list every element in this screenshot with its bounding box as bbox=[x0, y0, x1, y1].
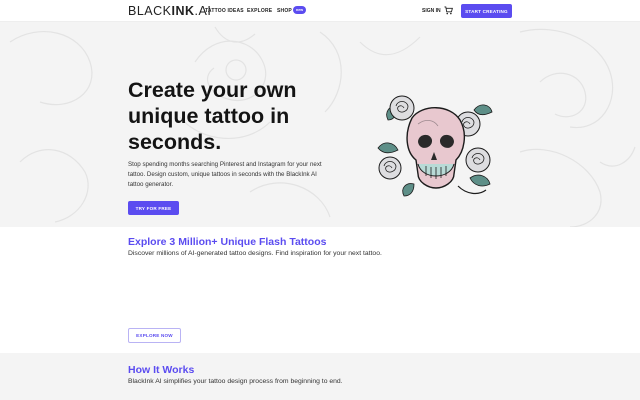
cart-icon[interactable] bbox=[444, 6, 453, 15]
shop-new-badge: new bbox=[293, 6, 306, 14]
hero-title: Create your own unique tattoo in seconds… bbox=[128, 77, 348, 155]
brand-logo-part2: INK bbox=[171, 4, 195, 18]
hero-description-line: tattoo generator. bbox=[128, 181, 174, 188]
explore-title: Explore 3 Million+ Unique Flash Tattoos bbox=[128, 236, 327, 248]
brand-logo-part1: BLACK bbox=[128, 4, 172, 18]
hero-title-line: unique tattoo in bbox=[128, 104, 290, 128]
skull-roses-tattoo-image bbox=[377, 95, 493, 197]
nav-tattoo-ideas[interactable]: TATTOO IDEAS bbox=[205, 8, 244, 14]
hero-description: Stop spending months searching Pinterest… bbox=[128, 160, 350, 190]
how-it-works-subtitle: BlackInk AI simplifies your tattoo desig… bbox=[128, 378, 343, 385]
top-navbar: BLACKINK.AI TATTOO IDEAS EXPLORE SHOP ne… bbox=[0, 0, 640, 22]
signin-link[interactable]: SIGN IN bbox=[422, 8, 441, 14]
brand-logo[interactable]: BLACKINK.AI bbox=[128, 4, 211, 18]
hero-description-line: tattoo. Design custom, unique tattoos in… bbox=[128, 171, 317, 178]
nav-explore[interactable]: EXPLORE bbox=[247, 8, 272, 14]
try-for-free-button[interactable]: TRY FOR FREE bbox=[128, 201, 179, 215]
nav-shop[interactable]: SHOP bbox=[277, 8, 292, 14]
hero-title-line: seconds. bbox=[128, 130, 222, 154]
how-it-works-section: How It Works BlackInk AI simplifies your… bbox=[0, 353, 640, 400]
explore-subtitle: Discover millions of AI-generated tattoo… bbox=[128, 250, 382, 257]
hero-description-line: Stop spending months searching Pinterest… bbox=[128, 161, 322, 168]
hero-section: Create your own unique tattoo in seconds… bbox=[0, 22, 640, 227]
hero-title-line: Create your own bbox=[128, 78, 297, 102]
explore-now-button[interactable]: EXPLORE NOW bbox=[128, 328, 181, 343]
how-it-works-title: How It Works bbox=[128, 364, 195, 376]
start-creating-button[interactable]: START CREATING bbox=[461, 4, 512, 18]
